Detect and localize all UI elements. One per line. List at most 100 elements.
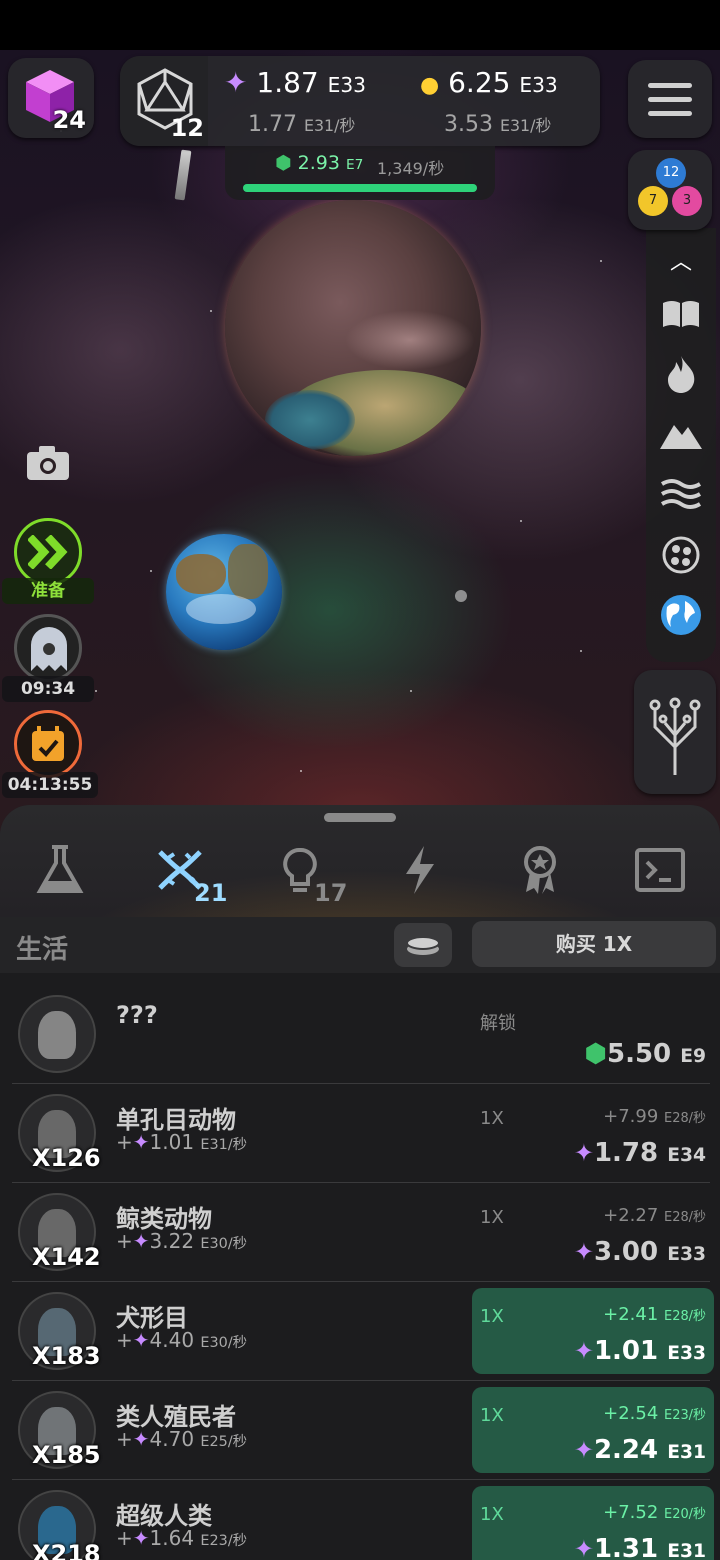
mountain-icon[interactable] [646, 414, 716, 454]
buy-multiplier: 1X [480, 1207, 504, 1228]
buy-button[interactable]: 1X +2.27 E28/秒 ✦3.00 E33 [472, 1189, 714, 1275]
coins-button[interactable] [394, 923, 452, 967]
collapse-chevron-icon[interactable]: ︿ [646, 248, 716, 275]
cell-icon[interactable] [646, 532, 716, 578]
boost-label: 准备 [2, 578, 94, 604]
calendar-event-button[interactable] [14, 710, 82, 778]
gem-progress-fill [243, 184, 477, 192]
owned-count: X142 [32, 1243, 101, 1271]
item-rate: +✦3.22 E30/秒 [116, 1229, 248, 1253]
owned-count: X126 [32, 1144, 101, 1172]
cube-button[interactable]: 24 [8, 58, 94, 138]
flask-icon [36, 845, 84, 893]
idea-count: 17 [314, 879, 348, 907]
buy-button[interactable]: 1X +2.54 E23/秒 ✦2.24 E31 [472, 1387, 714, 1473]
fast-forward-icon [28, 535, 68, 569]
book-icon[interactable] [646, 292, 716, 336]
list-item: X126 单孔目动物 +✦1.01 E31/秒 1X +7.99 E28/秒 ✦… [12, 1084, 710, 1183]
earth-planet[interactable] [166, 534, 282, 650]
gem-rate: 1,349/秒 [377, 159, 445, 178]
calendar-timer: 04:13:55 [2, 772, 98, 798]
buy-multiplier: 1X [480, 1504, 504, 1525]
evolution-tree-button[interactable] [634, 670, 716, 794]
buy-button[interactable]: 解锁 ⬢5.50 E9 [472, 991, 714, 1077]
list-item: X185 类人殖民者 +✦4.70 E25/秒 1X +2.54 E23/秒 ✦… [12, 1381, 714, 1480]
tab-lightning[interactable] [380, 835, 460, 905]
buy-increase: +2.54 E23/秒 [603, 1403, 706, 1424]
idea-icon: ✦ [573, 1337, 594, 1365]
idea-icon: ✦ [573, 1139, 594, 1167]
camera-icon[interactable] [24, 442, 72, 484]
resource-badge-button[interactable]: 12 7 3 [628, 150, 712, 230]
satellite-icon [174, 149, 192, 201]
fire-icon[interactable] [646, 352, 716, 396]
buy-button[interactable]: 1X +7.99 E28/秒 ✦1.78 E34 [472, 1090, 714, 1176]
sheet-handle[interactable] [324, 813, 396, 822]
idea-rate: 1.77 E31/秒 [248, 112, 356, 137]
tab-terminal[interactable] [620, 835, 700, 905]
buy-cost: ✦1.78 E34 [573, 1138, 706, 1168]
idea-icon: ✦ [573, 1238, 594, 1266]
dice-level: 12 [170, 114, 204, 142]
dna-count: 21 [194, 879, 228, 907]
lightbulb-icon: ● [420, 73, 440, 98]
resource-panel: 12 ✦ 1.87 E33 1.77 E31/秒 ● 6.25 E33 3.53… [120, 56, 600, 146]
list-item: X142 鲸类动物 +✦3.22 E30/秒 1X +2.27 E28/秒 ✦3… [12, 1183, 710, 1282]
idea-unit: E33 [327, 73, 367, 97]
buy-increase: +2.27 E28/秒 [603, 1205, 706, 1226]
list-item: ??? 解锁 ⬢5.50 E9 [12, 985, 710, 1084]
science-rate: 3.53 E31/秒 [444, 112, 552, 137]
dice-button[interactable]: 12 [120, 56, 208, 146]
buy-increase: +7.99 E28/秒 [603, 1106, 706, 1127]
buy-multiplier: 1X [480, 1405, 504, 1426]
science-currency: ● 6.25 E33 [420, 66, 558, 99]
science-unit: E33 [519, 73, 558, 97]
boost-button[interactable] [14, 518, 82, 586]
hamburger-icon [648, 82, 692, 116]
buy-multiplier-button[interactable]: 购买 1X [472, 921, 716, 967]
ghost-icon [31, 627, 67, 671]
tab-flask[interactable] [20, 835, 100, 905]
right-sidebar: ︿ [646, 228, 716, 662]
buy-cost: ✦1.01 E33 [573, 1336, 706, 1366]
calendar-icon [32, 726, 64, 761]
gem-icon: ⬢ [584, 1039, 607, 1069]
gem-panel: ⬢ 2.93 E7 1,349/秒 [225, 146, 495, 200]
buy-increase: +2.41 E28/秒 [603, 1304, 706, 1325]
ghost-timer: 09:34 [2, 676, 94, 702]
buy-button[interactable]: 1X +2.41 E28/秒 ✦1.01 E33 [472, 1288, 714, 1374]
buy-cost: ✦1.31 E31 [574, 1534, 706, 1560]
globe-icon[interactable] [646, 590, 716, 640]
idea-icon: ✦ [573, 1436, 594, 1464]
gem-progress-track [243, 184, 477, 192]
tree-icon [649, 697, 701, 775]
buy-increase: +7.52 E20/秒 [603, 1502, 706, 1523]
large-planet[interactable] [225, 200, 481, 456]
buy-cost: ✦3.00 E33 [573, 1237, 706, 1267]
idea-icon: ✦ [132, 1229, 150, 1253]
list-item: X218 超级人类 +✦1.64 E23/秒 1X +7.52 E20/秒 ✦1… [12, 1480, 714, 1560]
pink-dot: 3 [672, 186, 702, 216]
yellow-dot: 7 [638, 186, 668, 216]
idea-icon: ✦ [573, 1535, 594, 1560]
tab-award[interactable] [500, 835, 580, 905]
buy-cost: ✦2.24 E31 [573, 1435, 706, 1465]
idea-icon: ✦ [224, 66, 248, 99]
ghost-timer-button[interactable] [14, 614, 82, 682]
item-rate: +✦4.40 E30/秒 [116, 1328, 248, 1352]
buy-multiplier: 1X [480, 1108, 504, 1129]
owned-count: X183 [32, 1342, 101, 1370]
section-header: 生活 购买 1X [0, 917, 720, 973]
waves-icon[interactable] [646, 472, 716, 516]
item-rate: +✦1.01 E31/秒 [116, 1130, 248, 1154]
science-value: 6.25 [448, 66, 511, 99]
buy-button[interactable]: 1X +7.52 E20/秒 ✦1.31 E31 [472, 1486, 714, 1560]
idea-icon: ✦ [132, 1328, 150, 1352]
gem-icon: ⬢ [275, 152, 292, 174]
coins-icon [406, 936, 440, 955]
section-title: 生活 [16, 935, 69, 965]
menu-button[interactable] [628, 60, 712, 138]
buy-cost: ⬢5.50 E9 [584, 1039, 706, 1069]
idea-icon: ✦ [132, 1526, 150, 1550]
creature-avatar [18, 995, 96, 1073]
